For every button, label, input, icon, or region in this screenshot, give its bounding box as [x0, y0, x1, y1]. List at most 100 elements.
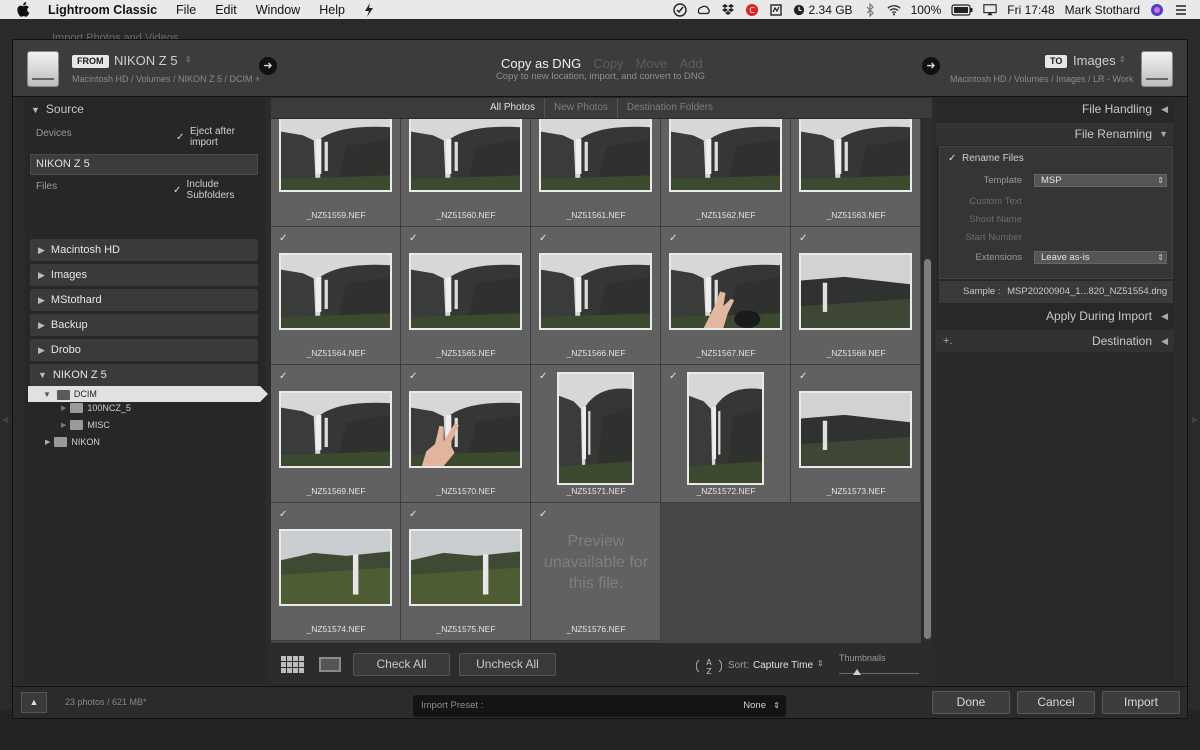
add-destination-icon[interactable]: +. — [943, 330, 952, 352]
photo-checkbox[interactable]: ✓ — [669, 371, 677, 382]
photo-cell[interactable]: ✓ _NZ51570.NEF — [401, 365, 531, 503]
template-select[interactable]: MSP — [1034, 174, 1167, 187]
tab-new-photos[interactable]: New Photos — [545, 98, 618, 118]
photo-cell[interactable]: ✓ _NZ51574.NEF — [271, 503, 401, 641]
apple-icon[interactable] — [16, 2, 30, 17]
photo-thumbnail[interactable] — [279, 253, 392, 330]
photo-thumbnail[interactable] — [669, 119, 782, 192]
photo-thumbnail[interactable] — [409, 253, 522, 330]
file-handling-header[interactable]: File Handling ◀ — [936, 98, 1174, 120]
destination-dropdown-icon[interactable]: ⇕ — [1119, 55, 1126, 64]
photo-checkbox[interactable]: ✓ — [799, 371, 807, 382]
right-edge-arrow-icon[interactable]: ▶ — [1192, 415, 1198, 424]
photo-cell[interactable]: ✓ _NZ51569.NEF — [271, 365, 401, 503]
check-all-button[interactable]: Check All — [353, 653, 450, 676]
mode-copy[interactable]: Copy — [593, 56, 623, 71]
photo-thumbnail[interactable] — [539, 119, 652, 192]
photo-checkbox[interactable]: ✓ — [409, 233, 417, 244]
mode-move[interactable]: Move — [636, 56, 668, 71]
photo-thumbnail[interactable] — [279, 529, 392, 606]
photo-checkbox[interactable]: ✓ — [279, 371, 287, 382]
folder-dcim-selected[interactable]: ▼ DCIM — [28, 386, 268, 402]
photo-cell[interactable]: ✓ _NZ51573.NEF — [791, 365, 921, 503]
photo-checkbox[interactable]: ✓ — [669, 233, 677, 244]
photo-checkbox[interactable]: ✓ — [409, 509, 417, 520]
siri-icon[interactable] — [1150, 3, 1164, 17]
photo-cell[interactable]: ✓ _NZ51571.NEF — [531, 365, 661, 503]
wifi-icon[interactable] — [886, 3, 901, 17]
sort-dropdown[interactable]: Capture Time — [753, 660, 813, 671]
photo-checkbox[interactable]: ✓ — [539, 509, 547, 520]
loupe-view-icon[interactable] — [319, 657, 341, 672]
photo-thumbnail[interactable] — [539, 253, 652, 330]
photo-cell[interactable]: _NZ51563.NEF — [791, 119, 921, 227]
battery-icon[interactable] — [951, 3, 973, 17]
mode-copy-as-dng[interactable]: Copy as DNG — [501, 56, 581, 71]
menu-edit[interactable]: Edit — [215, 3, 237, 17]
photo-cell[interactable]: _NZ51561.NEF — [531, 119, 661, 227]
tab-all-photos[interactable]: All Photos — [481, 98, 545, 118]
photo-checkbox[interactable]: ✓ — [409, 371, 417, 382]
destination-drive-icon[interactable] — [1141, 51, 1173, 87]
red-app-icon[interactable]: C — [745, 3, 759, 17]
photo-thumbnail[interactable] — [799, 391, 912, 468]
include-subfolders-checkbox[interactable]: ✓ Include Subfolders — [173, 179, 265, 201]
creative-cloud-icon[interactable] — [697, 3, 711, 17]
preset-dropdown-icon[interactable]: ⇕ — [773, 695, 780, 717]
mode-add[interactable]: Add — [679, 56, 702, 71]
menubar-clock[interactable]: Fri 17:48 — [1007, 3, 1054, 17]
source-panel-title[interactable]: ▼ Source — [31, 102, 84, 116]
notification-center-icon[interactable] — [1174, 3, 1188, 17]
destination-name[interactable]: Images — [1073, 53, 1116, 68]
photo-thumbnail[interactable] — [799, 119, 912, 192]
sort-order-icon[interactable]: A Z — [696, 656, 722, 676]
photo-cell[interactable]: ✓ _NZ51566.NEF — [531, 227, 661, 365]
photo-cell[interactable]: ✓ _NZ51567.NEF — [661, 227, 791, 365]
photo-cell[interactable]: _NZ51559.NEF — [271, 119, 401, 227]
photo-cell[interactable]: ✓ _NZ51575.NEF — [401, 503, 531, 641]
photo-checkbox[interactable]: ✓ — [799, 233, 807, 244]
photo-thumbnail[interactable] — [409, 119, 522, 192]
folder-nikon[interactable]: ▶ NIKON — [45, 437, 100, 447]
scrollbar-thumb[interactable] — [924, 259, 931, 639]
photo-thumbnail[interactable] — [557, 372, 634, 485]
import-preset-value[interactable]: None — [743, 695, 766, 717]
menubar-user[interactable]: Mark Stothard — [1065, 3, 1140, 17]
volume-backup[interactable]: ▶ Backup — [30, 314, 258, 336]
photo-thumbnail[interactable] — [687, 372, 764, 485]
uncheck-all-button[interactable]: Uncheck All — [459, 653, 556, 676]
photo-thumbnail[interactable] — [279, 391, 392, 468]
photo-cell[interactable]: ✓ _NZ51568.NEF — [791, 227, 921, 365]
lightning-icon[interactable] — [364, 2, 374, 17]
thumbnail-slider-knob[interactable] — [853, 669, 861, 675]
photo-cell[interactable]: ✓ Preview unavailable for this file. _NZ51… — [531, 503, 661, 641]
airplay-icon[interactable] — [983, 3, 997, 17]
tab-destination-folders[interactable]: Destination Folders — [618, 98, 722, 118]
collapse-triangle-icon[interactable]: ▼ — [31, 105, 40, 115]
photo-thumbnail[interactable] — [279, 119, 392, 192]
photo-cell[interactable]: ✓ _NZ51572.NEF — [661, 365, 791, 503]
activity-icon[interactable] — [769, 3, 783, 17]
source-dropdown-icon[interactable]: ⇕ — [185, 55, 192, 64]
destination-header[interactable]: +. Destination ◀ — [936, 330, 1174, 352]
extensions-select[interactable]: Leave as-is — [1034, 251, 1167, 264]
source-drive-icon[interactable] — [27, 51, 59, 87]
volume-images[interactable]: ▶ Images — [30, 264, 258, 286]
rename-files-checkbox[interactable]: ✓ Rename Files — [948, 153, 1024, 164]
grid-view-icon[interactable] — [281, 656, 305, 674]
menu-file[interactable]: File — [176, 3, 196, 17]
photo-checkbox[interactable]: ✓ — [279, 509, 287, 520]
import-button[interactable]: Import — [1102, 691, 1180, 714]
sort-dropdown-icon[interactable]: ⇕ — [817, 659, 824, 668]
menu-window[interactable]: Window — [256, 3, 300, 17]
photo-checkbox[interactable]: ✓ — [539, 371, 547, 382]
cancel-button[interactable]: Cancel — [1017, 691, 1095, 714]
photo-cell[interactable]: ✓ _NZ51565.NEF — [401, 227, 531, 365]
photo-thumbnail[interactable] — [409, 529, 522, 606]
photo-cell[interactable]: _NZ51560.NEF — [401, 119, 531, 227]
photo-thumbnail[interactable] — [409, 391, 522, 468]
volume-drobo[interactable]: ▶ Drobo — [30, 339, 258, 361]
photo-cell[interactable]: ✓ _NZ51564.NEF — [271, 227, 401, 365]
source-arrow-icon[interactable]: ➜ — [259, 57, 277, 75]
import-preset-bar[interactable]: Import Preset : None ⇕ — [413, 695, 786, 717]
